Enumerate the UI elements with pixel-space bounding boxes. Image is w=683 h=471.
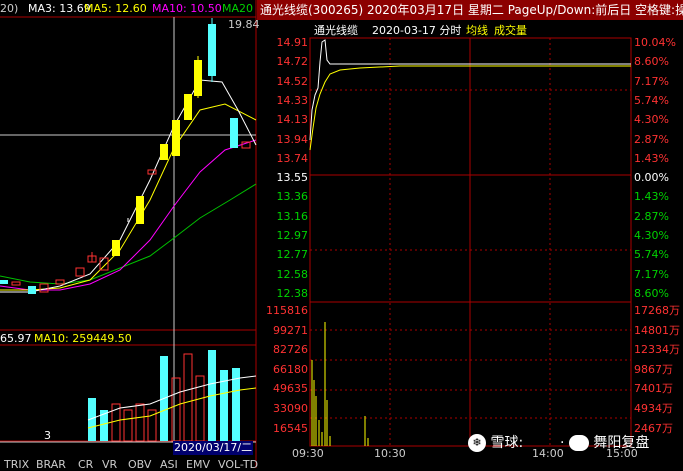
intraday-stock-name: 通光线缆 [314, 24, 358, 37]
pct-label: 7.17% [634, 74, 669, 88]
volume-label-left: 49635 [273, 382, 308, 396]
kline-ma10-label: MA10: 10.50 [152, 2, 222, 15]
volume-label-right: 9867万 [634, 362, 673, 376]
tab-asi[interactable]: ASI [160, 458, 178, 471]
kline-high-label: 19.84 [228, 18, 260, 31]
volume-label-right: 7401万 [634, 382, 673, 396]
volume-label-left: 99271 [273, 323, 308, 337]
price-label: 14.91 [276, 36, 309, 49]
price-label: 14.13 [276, 113, 309, 127]
pct-label: 1.43% [634, 190, 669, 204]
kline-ma5-label: MA5: 12.60 [84, 2, 147, 15]
price-label: 14.33 [276, 93, 309, 107]
kline-ma3-label: MA3: 13.69 [28, 2, 91, 15]
pct-label: 2.87% [634, 132, 669, 146]
tab-trix[interactable]: TRIX [4, 458, 29, 471]
pct-label: 8.60% [634, 55, 669, 69]
volume-label-right: 14801万 [634, 323, 680, 337]
wechat-icon [568, 435, 589, 451]
kline-ma-partial: 20) [0, 2, 19, 15]
crosshair-date-label: 2020/03/17/二 [173, 441, 254, 455]
pct-label: 1.43% [634, 151, 669, 165]
volume-label-left: 33090 [273, 402, 308, 415]
pct-label: 8.60% [634, 286, 669, 300]
watermark-name: 舞阳复盘 [593, 435, 650, 451]
time-label-1400: 14:00 [532, 447, 564, 460]
time-label-1030: 10:30 [374, 447, 406, 460]
price-label: 12.77 [276, 248, 309, 262]
wechat-watermark: · 舞阳复盘 [560, 432, 649, 452]
time-label-0930: 09:30 [292, 447, 324, 460]
tab-obv[interactable]: OBV [128, 458, 151, 471]
chart-canvas [0, 0, 632, 468]
kline-low-label: 3 [44, 429, 51, 442]
tab-cr[interactable]: CR [78, 458, 93, 471]
volume-label-right: 17268万 [634, 304, 680, 317]
title-bar: 通光线缆(300265) 2020年03月17日 星期二 PageUp/Down… [257, 0, 683, 20]
pct-label: 0.00% [634, 171, 669, 185]
tab-vol-td[interactable]: VOL-TD [218, 458, 258, 471]
price-label: 12.58 [276, 267, 309, 281]
volume-label: 成交量 [494, 24, 527, 37]
price-label: 13.36 [276, 190, 309, 204]
volume-label-left: 16545 [273, 421, 308, 435]
xueqiu-logo-icon: ❄ [468, 434, 486, 452]
price-label: 13.55 [276, 171, 309, 185]
price-label: 12.38 [276, 286, 309, 300]
price-label: 14.72 [276, 55, 309, 69]
price-label: 13.74 [276, 151, 309, 165]
volume-label-right: 2467万 [634, 421, 673, 435]
volume-label-right: 12334万 [634, 343, 680, 357]
volume-label-left: 82726 [273, 343, 308, 357]
price-label: 13.94 [276, 132, 309, 146]
price-label: 14.52 [276, 74, 309, 88]
xueqiu-watermark: ❄ 雪球: [468, 432, 523, 452]
pct-label: 10.04% [634, 36, 676, 49]
pct-label: 5.74% [634, 248, 669, 262]
kline-ma20-label: MA20 [222, 2, 254, 15]
volume-ma10-label: MA10: 259449.50 [34, 332, 132, 345]
volume-label-left: 115816 [266, 304, 308, 317]
pct-label: 7.17% [634, 267, 669, 281]
tab-brar[interactable]: BRAR [36, 458, 66, 471]
price-label: 12.97 [276, 229, 309, 242]
volume-ma5-label: 65.97 [0, 332, 32, 345]
tab-emv[interactable]: EMV [186, 458, 210, 471]
xueqiu-label: 雪球: [490, 435, 524, 451]
watermark-dot: · [560, 435, 565, 451]
pct-label: 4.30% [634, 113, 669, 127]
avg-line-label: 均线 [466, 24, 488, 37]
tab-vr[interactable]: VR [102, 458, 117, 471]
intraday-date: 2020-03-17 分时 [372, 24, 462, 37]
pct-label: 2.87% [634, 209, 669, 223]
volume-label-right: 4934万 [634, 402, 673, 415]
volume-label-left: 66180 [273, 362, 308, 376]
pct-label: 4.30% [634, 229, 669, 242]
pct-label: 5.74% [634, 93, 669, 107]
price-label: 13.16 [276, 209, 309, 223]
